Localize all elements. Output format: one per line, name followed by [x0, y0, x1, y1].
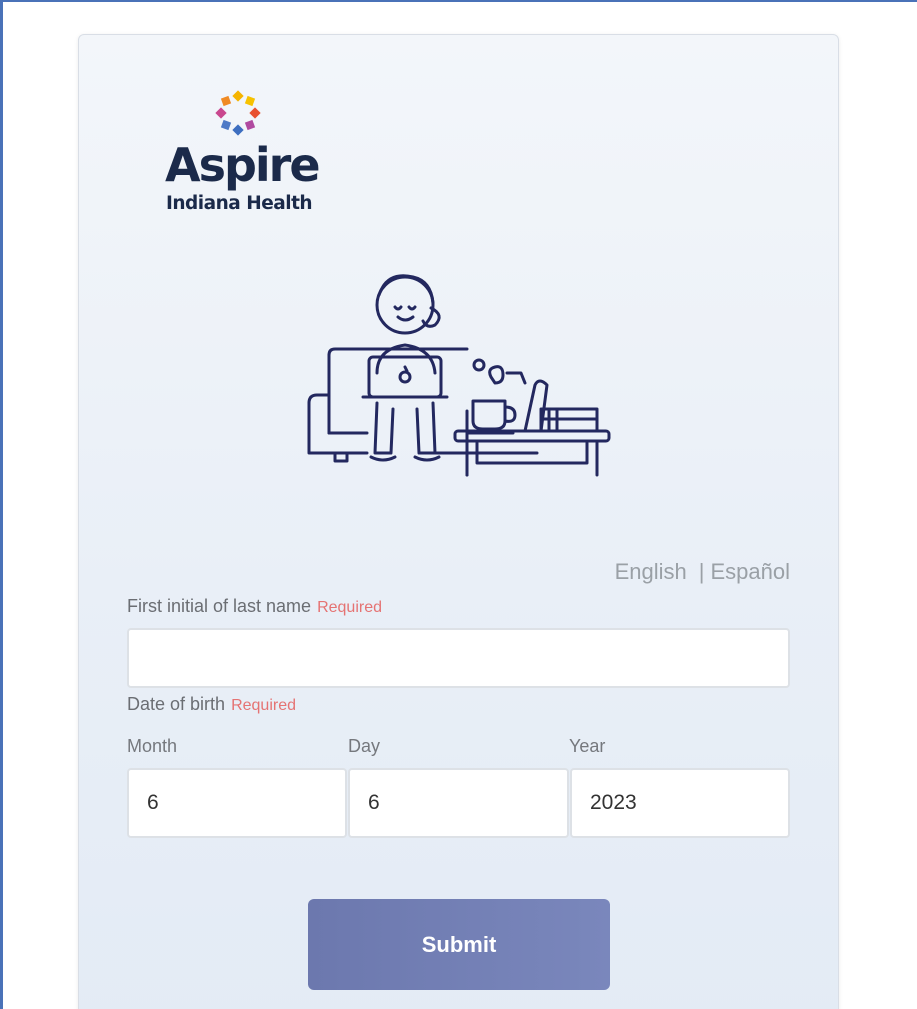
dob-label: Date of birth Required — [127, 694, 296, 715]
dob-required: Required — [231, 697, 296, 714]
last-initial-label-text: First initial of last name — [127, 596, 312, 616]
aspire-logo: Aspire Indiana Health — [165, 90, 325, 215]
language-switcher: English | Español — [615, 559, 790, 585]
last-initial-required: Required — [317, 599, 382, 616]
language-english-link[interactable]: English — [615, 559, 687, 584]
dob-label-text: Date of birth — [127, 694, 226, 714]
submit-button[interactable]: Submit — [308, 899, 610, 990]
language-spanish-link[interactable]: Español — [710, 559, 790, 584]
window-top-border — [0, 0, 917, 2]
form-card: Aspire Indiana Health English | Español … — [78, 34, 839, 1009]
flower-logo-icon — [215, 90, 261, 136]
last-initial-input[interactable] — [127, 628, 790, 688]
day-input[interactable] — [348, 768, 569, 838]
day-label: Day — [348, 736, 381, 756]
window-left-border — [0, 0, 3, 1009]
month-label: Month — [127, 736, 178, 756]
language-separator: | — [698, 559, 705, 584]
year-input[interactable] — [570, 768, 790, 838]
year-label: Year — [569, 736, 606, 756]
person-with-laptop-illustration — [307, 274, 611, 477]
brand-subtitle: Indiana Health — [166, 193, 313, 214]
brand-name: Aspire — [165, 138, 321, 192]
month-input[interactable] — [127, 768, 347, 838]
last-initial-label: First initial of last name Required — [127, 596, 382, 617]
